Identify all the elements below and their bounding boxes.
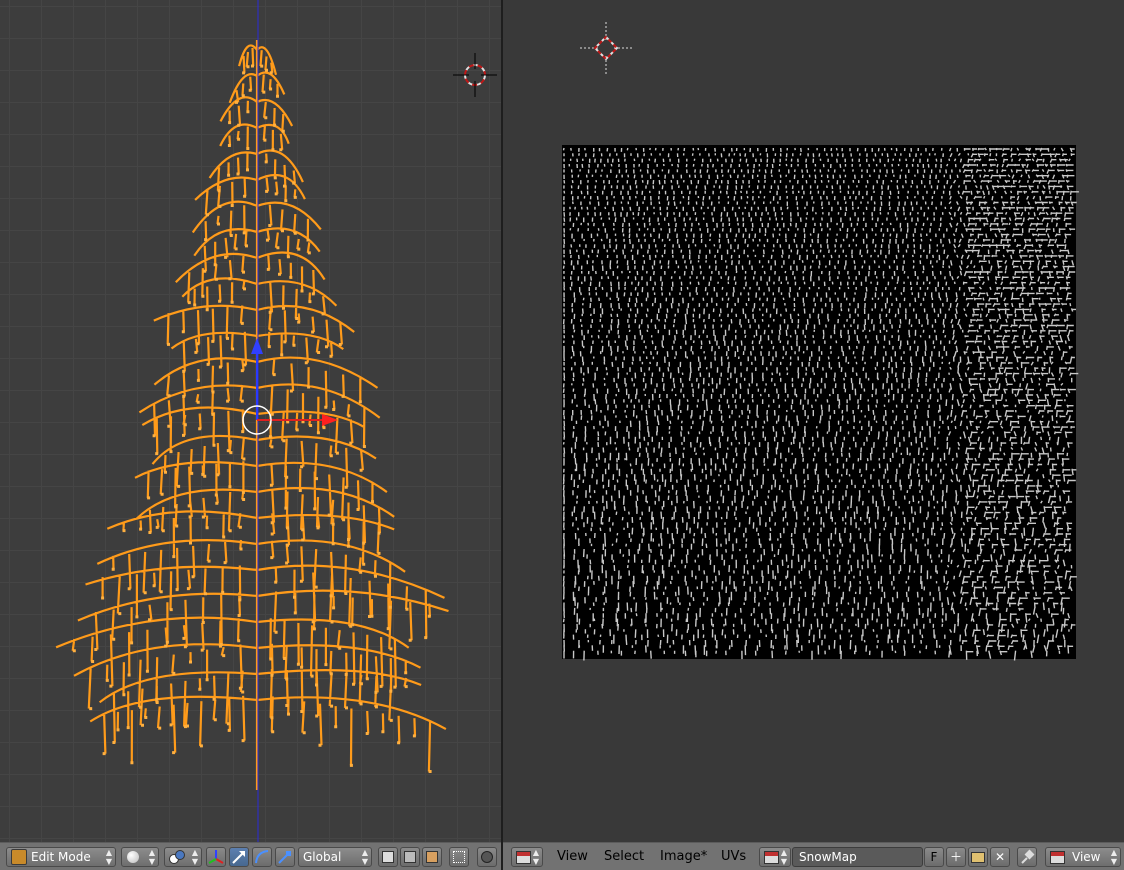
manipulator-toggle-icon[interactable]: [206, 847, 226, 867]
menu-view[interactable]: View: [557, 849, 588, 865]
orientation-label: Global: [303, 850, 342, 864]
chevron-updown-icon: ▲ ▼: [1110, 848, 1117, 866]
image-editor-icon: [516, 851, 531, 864]
image-browse-icon: [764, 851, 779, 864]
image-name-field[interactable]: SnowMap: [792, 847, 923, 867]
face-select-mode-icon[interactable]: [422, 847, 442, 867]
mode-selector[interactable]: Edit Mode ▲ ▼: [6, 847, 116, 867]
menu-image[interactable]: Image*: [660, 849, 707, 865]
image-name-value: SnowMap: [799, 850, 857, 864]
unlink-image-close-icon[interactable]: ✕: [990, 847, 1010, 867]
rotate-manipulator-icon[interactable]: [252, 847, 272, 867]
limit-selection-visible-icon[interactable]: [449, 847, 469, 867]
edge-select-mode-icon[interactable]: [400, 847, 420, 867]
uv-image-editor[interactable]: [503, 0, 1124, 842]
image-view-icon: [1050, 851, 1065, 864]
fake-user-button[interactable]: F: [924, 847, 944, 867]
pivot-point-selector[interactable]: ▲ ▼: [164, 847, 202, 867]
view-mode-label: View: [1072, 850, 1101, 864]
viewport-shading-selector[interactable]: ▲ ▼: [121, 847, 159, 867]
chevron-updown-icon: ▲ ▼: [361, 848, 368, 866]
edit-mode-icon: [11, 849, 27, 865]
view-mode-selector[interactable]: View ▲ ▼: [1045, 847, 1121, 867]
3d-viewport[interactable]: [0, 0, 501, 842]
vertex-select-mode-icon[interactable]: [378, 847, 398, 867]
3d-viewport-header: Edit Mode ▲ ▼ ▲ ▼ ▲ ▼ Global ▲ ▼: [0, 842, 501, 870]
editor-type-selector[interactable]: ▲ ▼: [511, 847, 543, 867]
uv-map-image: [562, 145, 1079, 661]
menu-uvs[interactable]: UVs: [721, 849, 746, 865]
transform-gizmo-icon[interactable]: [0, 0, 501, 842]
menu-select[interactable]: Select: [604, 849, 644, 865]
solid-shading-icon: [127, 851, 139, 863]
chevron-updown-icon: ▲ ▼: [105, 848, 112, 866]
chevron-updown-icon: ▲ ▼: [148, 848, 155, 866]
scale-manipulator-icon[interactable]: [275, 847, 295, 867]
fake-user-label: F: [930, 850, 938, 864]
pivot-icon: [169, 850, 185, 864]
chevron-updown-icon: ▲ ▼: [780, 848, 787, 866]
mode-label: Edit Mode: [31, 850, 91, 864]
pin-icon[interactable]: [1017, 847, 1037, 867]
chevron-updown-icon: ▲ ▼: [532, 848, 539, 866]
chevron-updown-icon: ▲ ▼: [191, 848, 198, 866]
new-image-icon[interactable]: ＋: [946, 847, 966, 867]
open-image-folder-icon[interactable]: [968, 847, 988, 867]
proportional-editing-icon[interactable]: [477, 847, 497, 867]
transform-orientation-selector[interactable]: Global ▲ ▼: [298, 847, 372, 867]
image-browse-selector[interactable]: ▲ ▼: [759, 847, 791, 867]
translate-manipulator-icon[interactable]: [229, 847, 249, 867]
uv-editor-header: ▲ ▼ View Select Image* UVs ▲ ▼ SnowMap F ＋…: [503, 842, 1124, 870]
